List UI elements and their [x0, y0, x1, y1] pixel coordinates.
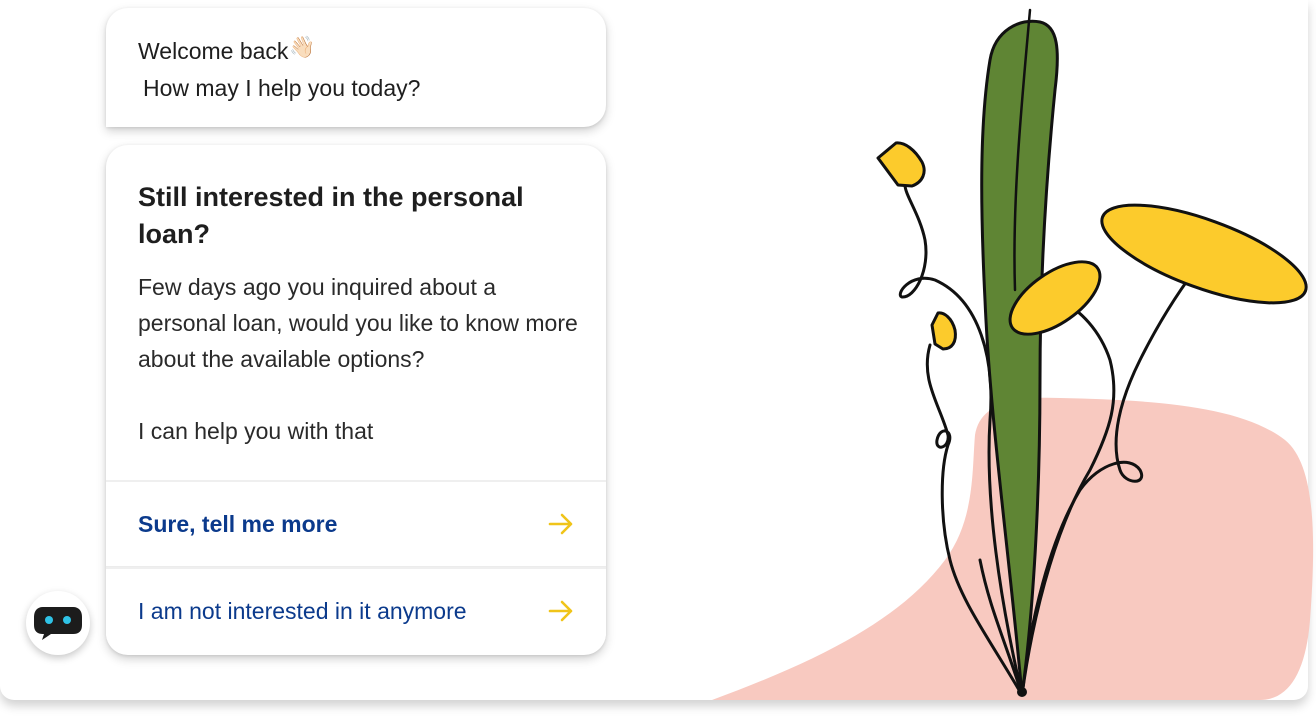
- offer-body-paragraph: Few days ago you inquired about a person…: [138, 274, 578, 372]
- welcome-greeting-text: Welcome back: [138, 38, 289, 64]
- flower-bud-small: [930, 311, 957, 351]
- plant-illustration: [712, 8, 1314, 700]
- arrow-right-icon: [548, 600, 573, 622]
- option-label: I am not interested in it anymore: [138, 597, 467, 624]
- arrow-right-icon: [548, 513, 573, 535]
- welcome-greeting-line: Welcome back 👋🏻: [138, 35, 316, 65]
- offer-body: Few days ago you inquired about a person…: [138, 269, 578, 449]
- welcome-question-text: How may I help you today?: [143, 75, 421, 101]
- offer-body-paragraph: I can help you with that: [138, 418, 374, 444]
- offer-title: Still interested in the personal loan?: [138, 182, 524, 249]
- chatbot-avatar-button[interactable]: [26, 591, 90, 655]
- flower-bud-top: [876, 141, 926, 188]
- waving-hand-icon: 👋🏻: [289, 35, 316, 59]
- chatbot-icon: [34, 607, 82, 640]
- option-label: Sure, tell me more: [138, 510, 338, 537]
- option-not-interested[interactable]: I am not interested in it anymore: [106, 567, 606, 653]
- chat-screen: Welcome back 👋🏻 How may I help you today…: [0, 0, 1316, 716]
- loan-offer-card: Still interested in the personal loan? F…: [106, 145, 606, 655]
- welcome-message-bubble: Welcome back 👋🏻 How may I help you today…: [106, 8, 606, 127]
- flower-petal-large: [1100, 203, 1308, 305]
- option-sure-tell-me-more[interactable]: Sure, tell me more: [106, 480, 606, 566]
